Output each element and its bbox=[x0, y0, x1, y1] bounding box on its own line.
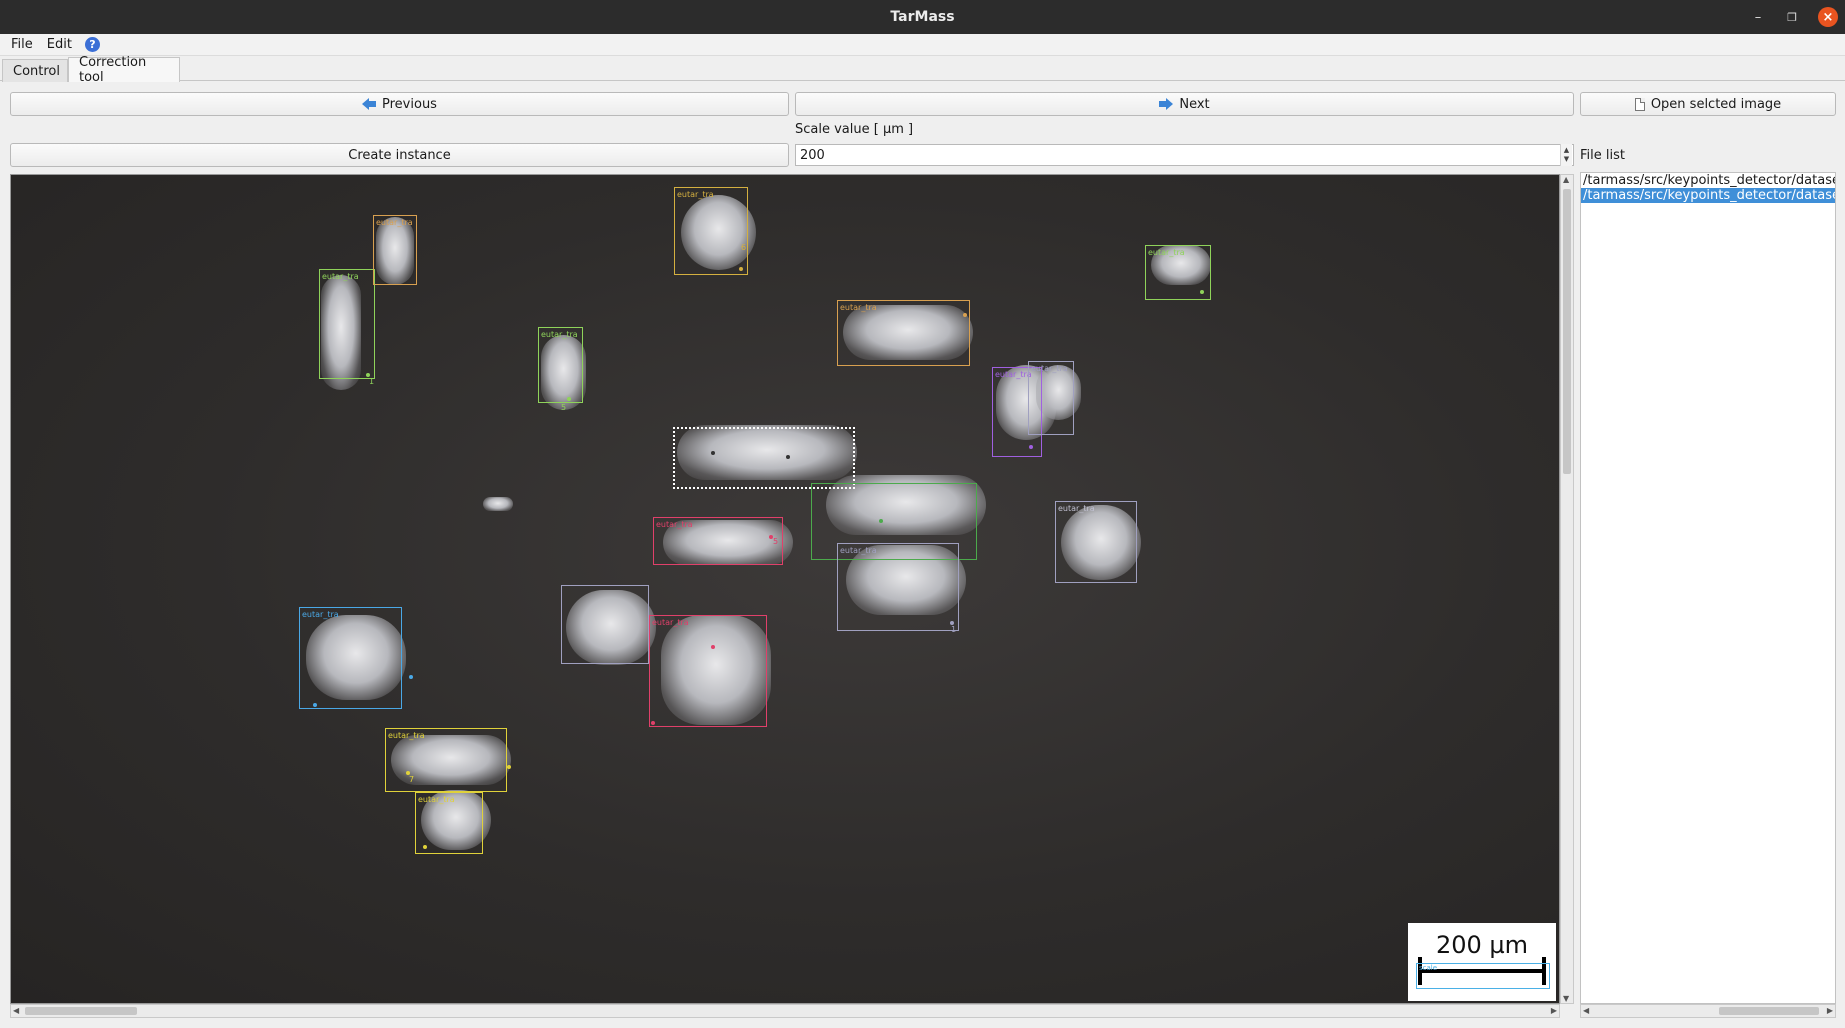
spin-down-icon[interactable]: ▼ bbox=[1564, 155, 1569, 164]
instance-box[interactable]: eutar_tra bbox=[319, 269, 375, 379]
instance-box[interactable]: eutar_tra bbox=[385, 728, 507, 792]
instance-box[interactable]: eutar_tra bbox=[538, 327, 583, 403]
keypoint-number: 5 bbox=[561, 403, 567, 412]
selected-instance-box[interactable] bbox=[673, 427, 855, 489]
minimize-icon[interactable]: – bbox=[1743, 0, 1773, 34]
instance-label: eutar_tra bbox=[1058, 504, 1095, 513]
help-icon[interactable]: ? bbox=[84, 37, 100, 52]
create-instance-button[interactable]: Create instance bbox=[10, 143, 789, 167]
instance-label: eutar_tra bbox=[376, 218, 413, 227]
keypoint-number: 5 bbox=[773, 537, 779, 546]
instance-label: eutar_tra bbox=[302, 610, 339, 619]
instance-box[interactable]: eutar_tra bbox=[299, 607, 402, 709]
keypoint-number: 1 bbox=[951, 625, 957, 634]
keypoint-number: 7 bbox=[409, 775, 415, 784]
previous-label: Previous bbox=[382, 96, 437, 112]
scroll-up-icon[interactable]: ▲ bbox=[1563, 175, 1569, 184]
keypoint[interactable] bbox=[879, 519, 883, 523]
menu-bar: File Edit ? bbox=[0, 34, 1845, 56]
previous-button[interactable]: Previous bbox=[10, 92, 789, 116]
instance-label: eutar_tra bbox=[1148, 248, 1185, 257]
instance-label: eutar_tra bbox=[388, 731, 425, 740]
file-icon bbox=[1634, 97, 1645, 111]
scroll-thumb[interactable] bbox=[1719, 1007, 1819, 1015]
menu-file[interactable]: File bbox=[4, 37, 40, 52]
instance-label: eutar_tra bbox=[995, 370, 1032, 379]
file-list-horizontal-scrollbar[interactable]: ◀ ▶ bbox=[1580, 1004, 1836, 1018]
scale-value-label: Scale value [ µm ] bbox=[795, 122, 914, 137]
window-title: TarMass bbox=[890, 9, 955, 25]
instance-label: eutar_tra bbox=[418, 795, 455, 804]
keypoint[interactable] bbox=[786, 455, 790, 459]
file-list-label: File list bbox=[1580, 148, 1625, 163]
keypoint[interactable] bbox=[963, 313, 967, 317]
next-button[interactable]: Next bbox=[795, 92, 1574, 116]
menu-edit[interactable]: Edit bbox=[40, 37, 79, 52]
instance-label: eutar_tra bbox=[656, 520, 693, 529]
instance-label: eutar_tra bbox=[840, 546, 877, 555]
instance-box[interactable]: eutar_tra bbox=[674, 187, 748, 275]
open-selected-image-button[interactable]: Open selcted image bbox=[1580, 92, 1836, 116]
scale-bar-text: 200 µm bbox=[1435, 931, 1529, 959]
keypoint[interactable] bbox=[739, 267, 743, 271]
instance-box[interactable]: eutar_tra bbox=[649, 615, 767, 727]
instance-box[interactable] bbox=[561, 585, 649, 664]
scroll-left-icon[interactable]: ◀ bbox=[1583, 1006, 1589, 1015]
close-button[interactable]: × bbox=[1813, 0, 1843, 34]
instance-label: eutar_tra bbox=[541, 330, 578, 339]
viewer-vertical-scrollbar[interactable]: ▲ ▼ bbox=[1560, 174, 1574, 1004]
tab-control[interactable]: Control bbox=[2, 59, 68, 82]
spin-up-icon[interactable]: ▲ bbox=[1564, 146, 1569, 155]
image-viewer[interactable]: eutar_tra eutar_tra eutar_tra eutar_tra … bbox=[10, 174, 1560, 1004]
instance-label: eutar_tra bbox=[840, 303, 877, 312]
keypoint-number: 1 bbox=[369, 377, 375, 386]
next-label: Next bbox=[1179, 96, 1210, 112]
keypoint-number: 6 bbox=[741, 243, 747, 252]
keypoint[interactable] bbox=[567, 397, 571, 401]
open-selected-label: Open selcted image bbox=[1650, 96, 1782, 112]
keypoint[interactable] bbox=[1029, 445, 1033, 449]
instance-box[interactable]: eutar_tra bbox=[1028, 361, 1074, 435]
light-spot bbox=[483, 497, 513, 511]
keypoint[interactable] bbox=[507, 765, 511, 769]
keypoint[interactable] bbox=[711, 451, 715, 455]
scroll-down-icon[interactable]: ▼ bbox=[1563, 994, 1569, 1003]
tab-bar: Control Correction tool bbox=[0, 55, 1845, 85]
maximize-icon[interactable]: ❐ bbox=[1777, 0, 1807, 34]
scroll-thumb[interactable] bbox=[1563, 189, 1571, 474]
title-bar: TarMass – ❐ × bbox=[0, 0, 1845, 34]
instance-label: eutar_tra bbox=[1031, 364, 1068, 373]
scale-spinner[interactable]: ▲ ▼ bbox=[1560, 144, 1572, 166]
keypoint[interactable] bbox=[1200, 290, 1204, 294]
instance-box[interactable]: eutar_tra bbox=[653, 517, 783, 565]
instance-label: eutar_tra bbox=[677, 190, 714, 199]
keypoint[interactable] bbox=[711, 645, 715, 649]
scroll-right-icon[interactable]: ▶ bbox=[1827, 1006, 1833, 1015]
file-list-item[interactable]: /tarmass/src/keypoints_detector/datasets… bbox=[1581, 173, 1835, 188]
tab-correction-tool[interactable]: Correction tool bbox=[68, 55, 180, 85]
keypoint[interactable] bbox=[409, 675, 413, 679]
viewer-horizontal-scrollbar[interactable]: ◀ ▶ bbox=[10, 1004, 1560, 1018]
arrow-right-icon bbox=[1159, 98, 1174, 110]
scale-bar-box: 200 µm scale bbox=[1408, 923, 1556, 1001]
file-list[interactable]: /tarmass/src/keypoints_detector/datasets… bbox=[1580, 172, 1836, 1004]
scale-value-input[interactable]: 200 bbox=[795, 144, 1574, 166]
scale-instance-box[interactable]: scale bbox=[1416, 963, 1550, 989]
scale-instance-label: scale bbox=[1419, 964, 1438, 972]
instance-box[interactable]: eutar_tra bbox=[837, 300, 970, 366]
instance-box[interactable]: eutar_tra bbox=[1055, 501, 1137, 583]
close-icon: × bbox=[1818, 7, 1838, 27]
keypoint[interactable] bbox=[313, 703, 317, 707]
instance-box[interactable]: eutar_tra bbox=[837, 543, 959, 631]
instance-label: eutar_tra bbox=[322, 272, 359, 281]
arrow-left-icon bbox=[362, 98, 377, 110]
keypoint[interactable] bbox=[423, 845, 427, 849]
keypoint[interactable] bbox=[651, 721, 655, 725]
scroll-thumb[interactable] bbox=[25, 1007, 137, 1015]
file-list-item-selected[interactable]: /tarmass/src/keypoints_detector/datasets… bbox=[1581, 188, 1835, 203]
instance-label: eutar_tra bbox=[652, 618, 689, 627]
scroll-right-icon[interactable]: ▶ bbox=[1551, 1006, 1557, 1015]
instance-box[interactable]: eutar_tra bbox=[373, 215, 417, 285]
scroll-left-icon[interactable]: ◀ bbox=[13, 1006, 19, 1015]
